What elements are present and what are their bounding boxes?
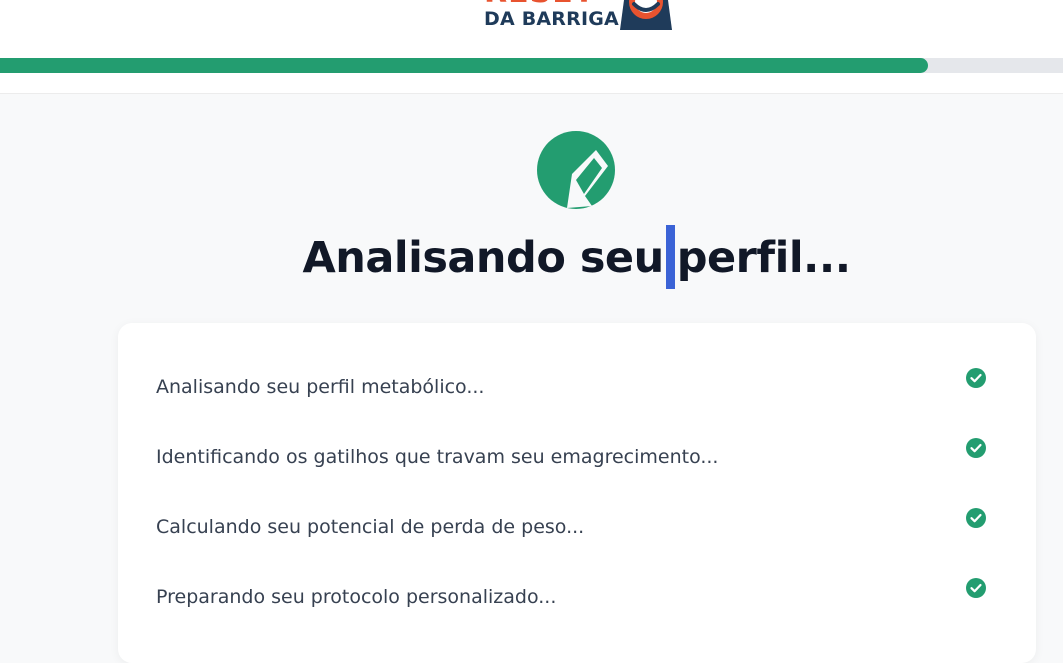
step-label: Identificando os gatilhos que travam seu…: [156, 446, 719, 468]
check-circle-icon: [966, 508, 986, 528]
step-item: Preparando seu protocolo personalizado..…: [156, 578, 1016, 618]
step-label: Analisando seu perfil metabólico...: [156, 376, 485, 398]
title-text-after-cursor: perfil...: [676, 233, 851, 283]
typing-cursor: [665, 224, 675, 289]
progress-bar-fill: [0, 58, 928, 73]
header-divider: [0, 73, 1063, 94]
check-circle-icon: [966, 368, 986, 388]
step-item: Analisando seu perfil metabólico...: [156, 368, 1016, 408]
step-label: Calculando seu potencial de perda de pes…: [156, 516, 585, 538]
pie-chart-k-icon: [537, 131, 615, 209]
header: RESET DA BARRIGA: [0, 0, 1063, 58]
step-item: Calculando seu potencial de perda de pes…: [156, 508, 1016, 548]
logo-belly-icon: [620, 0, 672, 30]
title-text-before-cursor: Analisando seu: [302, 233, 664, 283]
check-circle-icon: [966, 438, 986, 458]
progress-bar: [0, 58, 1063, 73]
logo-top-text: RESET: [484, 0, 595, 8]
logo-bottom-text: DA BARRIGA: [484, 8, 619, 30]
page-title: Analisando seu perfil...: [0, 224, 1063, 289]
step-item: Identificando os gatilhos que travam seu…: [156, 438, 1016, 478]
step-label: Preparando seu protocolo personalizado..…: [156, 586, 557, 608]
brand-logo: RESET DA BARRIGA: [484, 0, 680, 34]
check-circle-icon: [966, 578, 986, 598]
steps-card: Analisando seu perfil metabólico... Iden…: [118, 323, 1036, 663]
